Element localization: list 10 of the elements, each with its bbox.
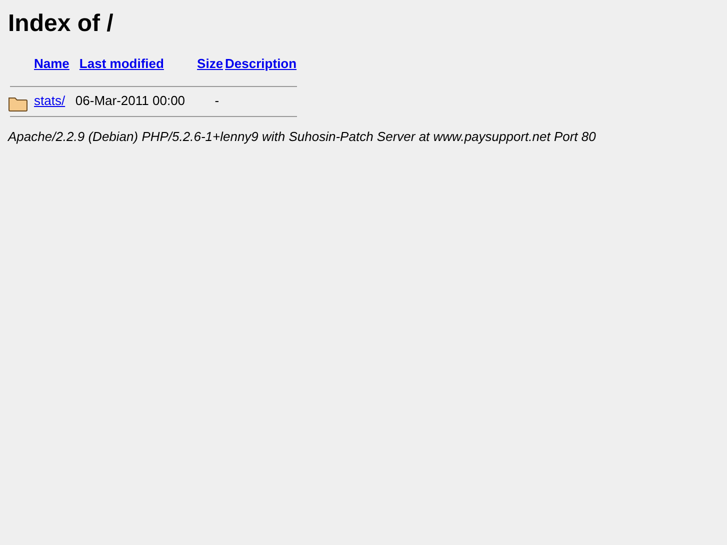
page-title: Index of / [8,9,114,39]
server-signature: Apache/2.2.9 (Debian) PHP/5.2.6-1+lenny9 with Suhosin-Patch Server at www.paysupport.net Port 80 [8,128,597,146]
column-sort-link[interactable]: Name [34,56,70,71]
column-sort-link[interactable]: Description [225,56,297,71]
folder-link[interactable]: stats/ [34,93,66,108]
column-sort-link[interactable]: Last modified [79,56,164,71]
column-sort-link[interactable]: Size [197,56,224,71]
modified-date: 06-Mar-2011 00:00 [75,93,186,108]
file-size: - [214,93,220,108]
folder-icon [8,94,28,112]
